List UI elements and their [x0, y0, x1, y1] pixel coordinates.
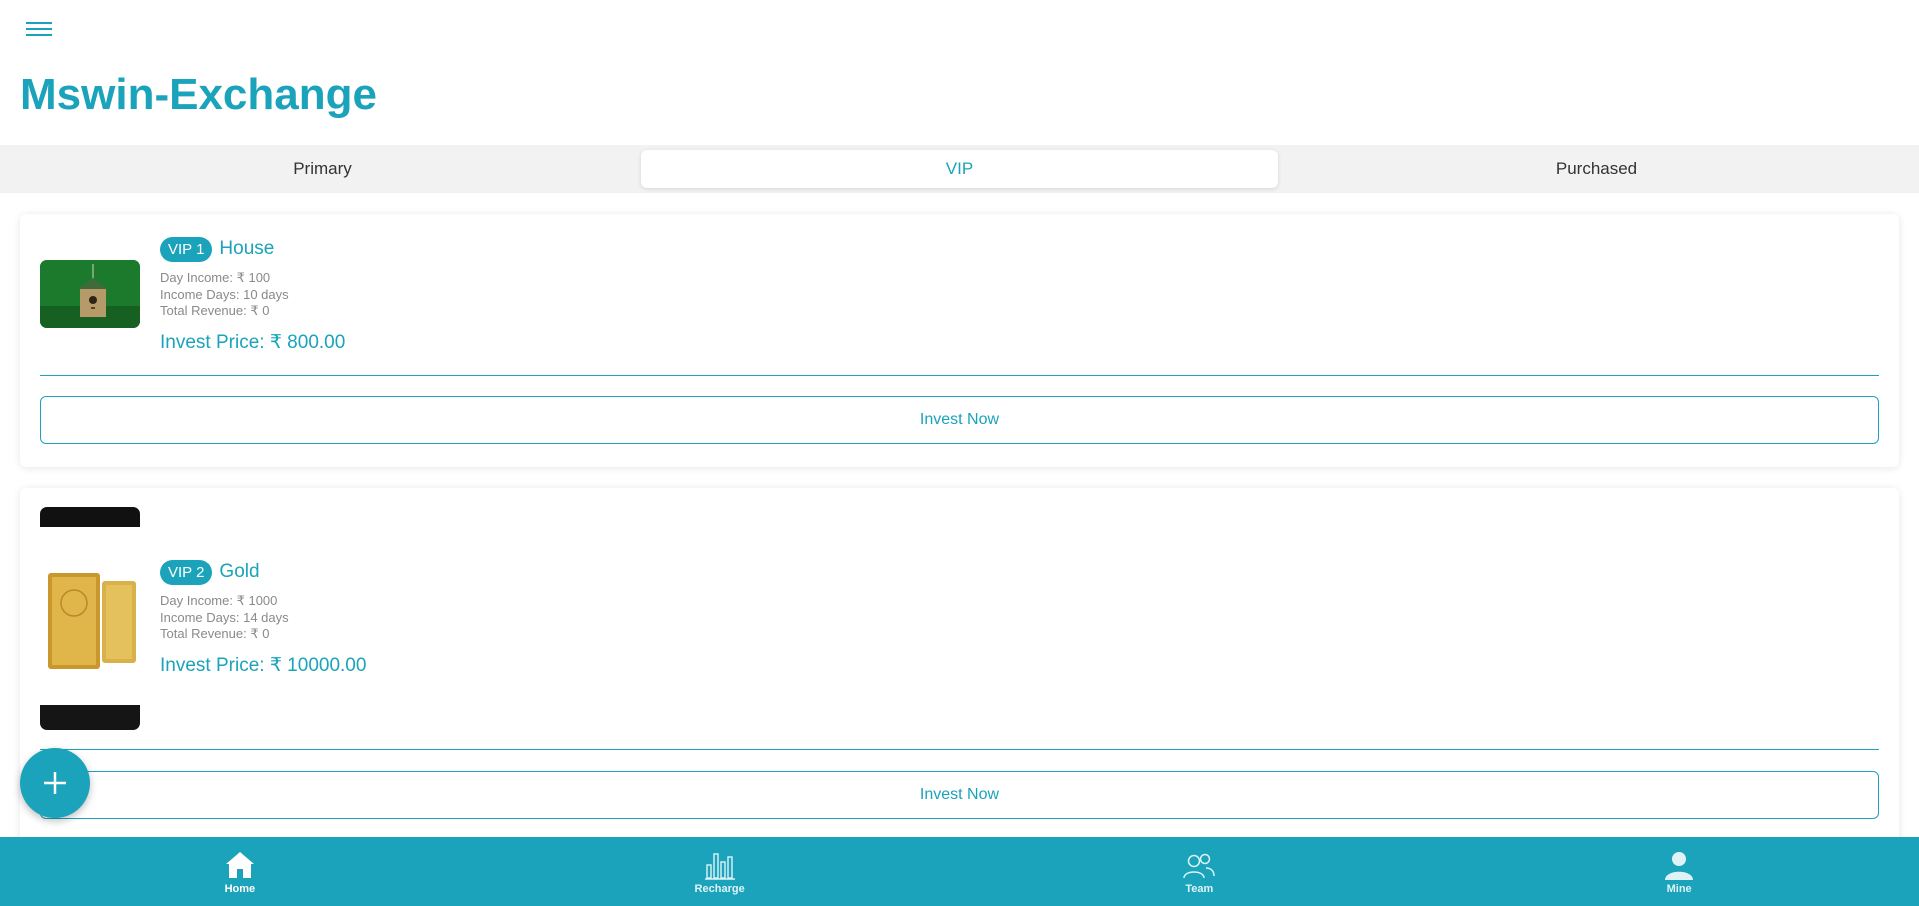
- team-icon: [1183, 853, 1216, 879]
- day-income: Day Income: ₹ 100: [160, 270, 271, 285]
- tab-vip[interactable]: VIP: [641, 150, 1278, 188]
- menu-line: [26, 34, 52, 36]
- product-info: VIP 2 Gold Day Income: ₹ 1000 Income Day…: [160, 557, 366, 677]
- nav-label: Home: [224, 883, 256, 895]
- product-card: VIP 2 Gold Day Income: ₹ 1000 Income Day…: [20, 488, 1899, 868]
- invest-now-button[interactable]: Invest Now: [40, 771, 1879, 819]
- tab-primary[interactable]: Primary: [4, 150, 641, 188]
- nav-item-team[interactable]: Team: [960, 837, 1440, 906]
- product-info: VIP 1 House Day Income: ₹ 100 Income Day…: [160, 234, 345, 354]
- tab-bar: Primary VIP Purchased: [0, 145, 1919, 193]
- product-name: Gold: [219, 561, 260, 582]
- page-title: Mswin-Exchange: [20, 70, 377, 119]
- hamburger-menu-icon[interactable]: [22, 18, 56, 44]
- nav-label: Mine: [1666, 883, 1692, 895]
- invest-price: Invest Price: ₹ 10000.00: [160, 654, 367, 676]
- invest-price: Invest Price: ₹ 800.00: [160, 331, 346, 353]
- bar-chart-icon: [704, 853, 735, 880]
- nav-label: Recharge: [694, 883, 745, 895]
- card-divider: [40, 375, 1879, 376]
- user-icon: [1665, 852, 1694, 880]
- nav-item-home[interactable]: Home: [0, 837, 480, 906]
- vip-badge: VIP 2: [160, 559, 213, 585]
- nav-item-mine[interactable]: Mine: [1439, 837, 1919, 906]
- plus-icon: [44, 772, 66, 794]
- product-name: House: [219, 238, 275, 259]
- product-image-house: [40, 260, 140, 328]
- tab-purchased[interactable]: Purchased: [1278, 150, 1915, 188]
- total-revenue: Total Revenue: ₹ 0: [160, 303, 270, 318]
- income-days: Income Days: 10 days: [160, 286, 289, 302]
- nav-item-recharge[interactable]: Recharge: [480, 837, 960, 906]
- invest-now-button[interactable]: Invest Now: [40, 396, 1879, 444]
- card-divider: [40, 749, 1879, 750]
- nav-label: Team: [1185, 883, 1214, 895]
- product-card: VIP 1 House Day Income: ₹ 100 Income Day…: [20, 214, 1899, 467]
- product-image-gold: [40, 507, 140, 730]
- add-fab-button[interactable]: [20, 748, 90, 818]
- home-icon: [225, 852, 254, 878]
- menu-line: [26, 28, 52, 30]
- menu-line: [26, 22, 52, 24]
- vip-badge: VIP 1: [160, 236, 213, 262]
- day-income: Day Income: ₹ 1000: [160, 593, 278, 608]
- bottom-nav: Home Recharge Team Mine: [0, 837, 1919, 906]
- total-revenue: Total Revenue: ₹ 0: [160, 626, 270, 641]
- income-days: Income Days: 14 days: [160, 609, 289, 625]
